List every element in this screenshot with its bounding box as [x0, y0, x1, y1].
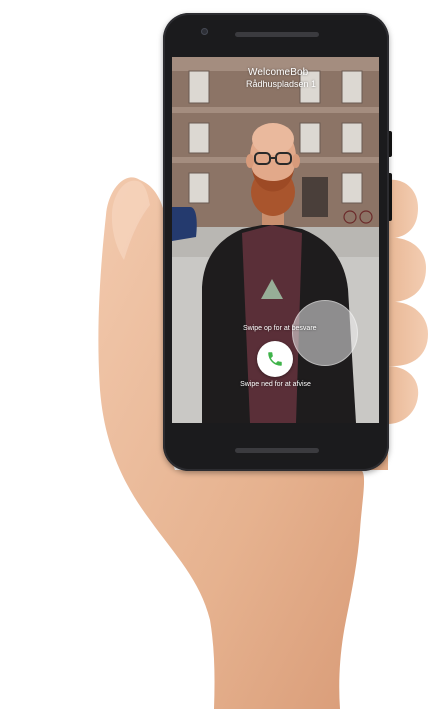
power-button[interactable]	[389, 131, 392, 157]
circle-icon	[292, 300, 358, 366]
swipe-down-hint: Swipe ned for at afvise	[240, 381, 311, 388]
swipe-up-hint: Swipe op for at besvare	[243, 325, 317, 332]
answer-call-button[interactable]	[257, 341, 293, 377]
front-camera-icon	[201, 28, 208, 35]
volume-button[interactable]	[389, 173, 392, 221]
caller-name: WelcomeBob	[248, 67, 309, 78]
incoming-call-screen: WelcomeBob Rådhuspladsen 1 Swipe op for …	[172, 57, 379, 423]
phone-icon	[268, 352, 282, 366]
arrow-up-icon	[261, 279, 283, 299]
bottom-speaker	[235, 448, 319, 453]
caller-address: Rådhuspladsen 1	[246, 79, 317, 89]
earpiece-speaker	[235, 32, 319, 37]
